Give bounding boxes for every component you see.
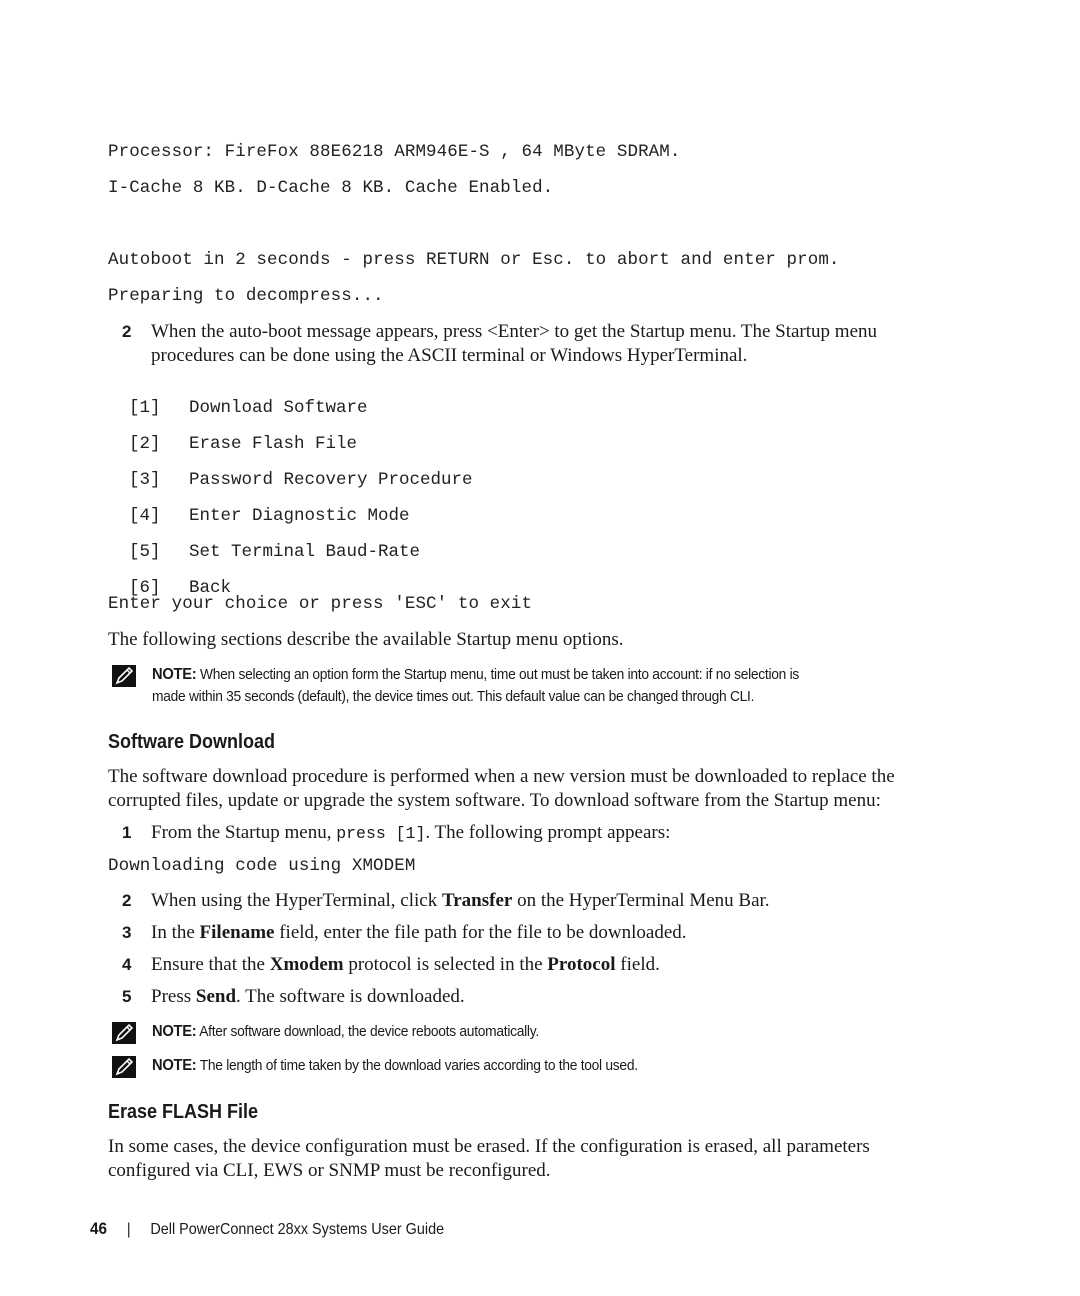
note-text: The length of time taken by the download…	[196, 1057, 638, 1074]
note-label: NOTE:	[152, 666, 197, 683]
step-filename: 3 In the Filename field, enter the file …	[122, 921, 972, 945]
menu-item-download-software: [1] Download Software	[108, 378, 368, 418]
step-number: 2	[122, 891, 132, 910]
step-text: Ensure that the	[151, 954, 270, 975]
step-number: 1	[122, 823, 132, 842]
menu-item-baud-rate: [5] Set Terminal Baud-Rate	[108, 522, 420, 562]
document-title: Dell PowerConnect 28xx Systems User Guid…	[150, 1221, 445, 1238]
step-number: 4	[122, 955, 132, 974]
step-xmodem-protocol: 4 Ensure that the Xmodem protocol is sel…	[122, 953, 972, 977]
section-heading-software-download: Software Download	[108, 731, 276, 753]
note-pencil-icon	[112, 1056, 136, 1078]
menu-item-erase-flash: [2] Erase Flash File	[108, 414, 357, 454]
terminal-line-preparing: Preparing to decompress...	[108, 286, 384, 306]
inline-code: press [1]	[336, 824, 426, 843]
step-text: field, enter the file path for the file …	[274, 922, 687, 943]
step-text: . The software is downloaded.	[236, 986, 465, 1007]
step-text: Press	[151, 986, 196, 1007]
menu-prompt: Enter your choice or press 'ESC' to exit	[108, 594, 533, 614]
step-click-transfer: 2 When using the HyperTerminal, click Tr…	[122, 889, 972, 913]
step-text: From the Startup menu,	[151, 822, 337, 843]
paragraph-line: The software download procedure is perfo…	[108, 766, 895, 787]
step-text: In the	[151, 922, 200, 943]
note-pencil-icon	[112, 665, 136, 687]
ui-term: Xmodem	[269, 954, 344, 975]
page-number: 46	[90, 1219, 108, 1238]
terminal-line-processor: Processor: FireFox 88E6218 ARM946E-S , 6…	[108, 142, 681, 162]
software-download-paragraph: The software download procedure is perfo…	[108, 765, 978, 813]
intro-text: The following sections describe the avai…	[108, 629, 624, 650]
step-text: protocol is selected in the	[343, 954, 548, 975]
step-text: . The following prompt appears:	[425, 822, 671, 843]
note-download-length: NOTE: The length of time taken by the do…	[112, 1055, 962, 1078]
step-press-1: 1 From the Startup menu, press [1]. The …	[122, 821, 972, 846]
ui-term: Protocol	[547, 954, 616, 975]
footer-separator: |	[126, 1221, 131, 1238]
menu-item-password-recovery: [3] Password Recovery Procedure	[108, 450, 473, 490]
note-text: When selecting an option form the Startu…	[196, 666, 800, 683]
note-label: NOTE:	[152, 1023, 197, 1040]
note-timeout: NOTE: When selecting an option form the …	[112, 664, 962, 708]
section-heading-erase-flash: Erase FLASH File	[108, 1101, 259, 1123]
note-text: made within 35 seconds (default), the de…	[152, 688, 755, 705]
note-text: After software download, the device rebo…	[196, 1023, 539, 1040]
note-label: NOTE:	[152, 1057, 197, 1074]
terminal-line-cache: I-Cache 8 KB. D-Cache 8 KB. Cache Enable…	[108, 178, 554, 198]
step-boot-message: 2 When the auto-boot message appears, pr…	[122, 320, 972, 368]
menu-item-back: [6] Back	[108, 558, 231, 598]
terminal-line-xmodem: Downloading code using XMODEM	[108, 856, 416, 876]
page-footer: 46 | Dell PowerConnect 28xx Systems User G…	[90, 1219, 444, 1239]
paragraph-line: corrupted files, update or upgrade the s…	[108, 790, 881, 811]
step-press-send: 5 Press Send. The software is downloaded…	[122, 985, 972, 1009]
step-number: 3	[122, 923, 132, 942]
erase-flash-paragraph: In some cases, the device configuration …	[108, 1135, 978, 1183]
menu-item-diagnostic-mode: [4] Enter Diagnostic Mode	[108, 486, 410, 526]
step-text: on the HyperTerminal Menu Bar.	[512, 890, 770, 911]
ui-term: Filename	[199, 922, 275, 943]
ui-term: Transfer	[441, 890, 513, 911]
step-number: 2	[122, 322, 132, 341]
note-pencil-icon	[112, 1022, 136, 1044]
note-reboot: NOTE: After software download, the devic…	[112, 1021, 962, 1044]
ui-term: Send	[195, 986, 237, 1007]
step-text-line: When the auto-boot message appears, pres…	[151, 321, 877, 342]
step-text: When using the HyperTerminal, click	[151, 890, 442, 911]
step-number: 5	[122, 987, 132, 1006]
terminal-line-autoboot: Autoboot in 2 seconds - press RETURN or …	[108, 250, 840, 270]
step-text: field.	[615, 954, 660, 975]
paragraph-line: configured via CLI, EWS or SNMP must be …	[108, 1160, 551, 1181]
paragraph-line: In some cases, the device configuration …	[108, 1136, 870, 1157]
step-text-line: procedures can be done using the ASCII t…	[151, 345, 748, 366]
